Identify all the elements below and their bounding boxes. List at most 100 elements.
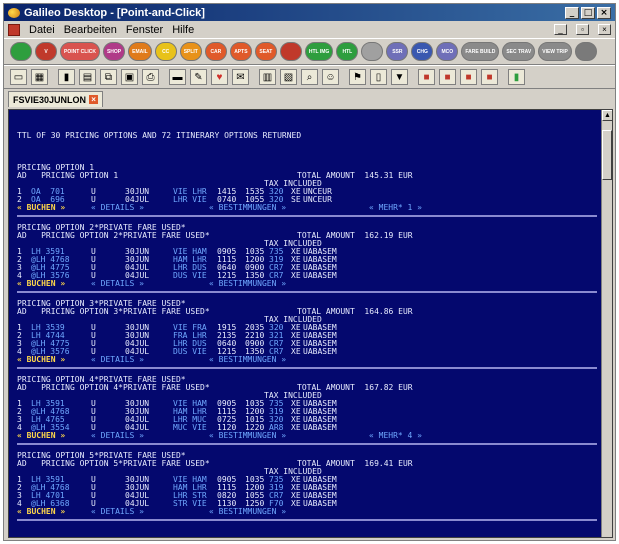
toolbar-button-view-trip[interactable]: VIEW TRIP <box>538 42 572 61</box>
toolbar-button-split[interactable]: SPLIT <box>179 42 202 61</box>
toolbar-button-htl[interactable]: HTL <box>336 42 359 61</box>
bestimmungen-link[interactable]: « BESTIMMUNGEN » <box>209 508 369 516</box>
minimize-button[interactable]: _ <box>565 6 579 19</box>
menu-hilfe[interactable]: Hilfe <box>172 24 194 36</box>
paste-icon[interactable]: ▣ <box>121 69 138 85</box>
grid-icon[interactable]: ▦ <box>31 69 48 85</box>
details-link[interactable]: « DETAILS » <box>91 508 209 516</box>
buchen-link[interactable]: « BUCHEN » <box>17 432 91 440</box>
red-c-icon[interactable]: ■ <box>460 69 477 85</box>
bestimmungen-link[interactable]: « BESTIMMUNGEN » <box>209 356 369 364</box>
toolbar-button-apts[interactable]: APTS <box>229 42 252 61</box>
option-actions: « BUCHEN » « DETAILS » « BESTIMMUNGEN » « M… <box>17 204 597 212</box>
toolbar-button-ssr[interactable]: SSR <box>386 42 409 61</box>
filter-icon[interactable]: ▼ <box>391 69 408 85</box>
toolbar-button-car[interactable]: CAR <box>204 42 227 61</box>
segment-cls: U <box>91 323 96 332</box>
mail-icon[interactable]: ✉ <box>232 69 249 85</box>
option-actions: « BUCHEN » « DETAILS » « BESTIMMUNGEN » <box>17 356 597 364</box>
menu-datei[interactable]: Datei <box>29 24 55 36</box>
galileo-window: Galileo Desktop - [Point-and-Click] _ □ … <box>3 3 616 541</box>
total-amount: TOTAL AMOUNT 164.86 EUR <box>297 307 413 316</box>
stop-icon[interactable] <box>279 42 302 61</box>
toolbar-button-chg[interactable]: CHG <box>411 42 434 61</box>
bestimmungen-link[interactable]: « BESTIMMUNGEN » <box>209 432 369 440</box>
menu-fenster[interactable]: Fenster <box>126 24 163 36</box>
globe-icon[interactable] <box>10 42 32 61</box>
pricing-option: PRICING OPTION 3*PRIVATE FARE USED* AD PR… <box>17 300 597 369</box>
option-actions: « BUCHEN » « DETAILS » « BESTIMMUNGEN » « M… <box>17 432 597 440</box>
buchen-link[interactable]: « BUCHEN » <box>17 508 91 516</box>
print-icon[interactable]: ⎙ <box>142 69 159 85</box>
toolbar-button-point-click[interactable]: POINT CLICK <box>60 42 100 61</box>
pricing-option: PRICING OPTION 5*PRIVATE FARE USED* AD PR… <box>17 452 597 521</box>
buchen-link[interactable]: « BUCHEN » <box>17 280 91 288</box>
bestimmungen-link[interactable]: « BESTIMMUNGEN » <box>209 280 369 288</box>
buchen-link[interactable]: « BUCHEN » <box>17 204 91 212</box>
toolbar-button-htl-img[interactable]: HTL IMG <box>304 42 334 61</box>
red-a-icon[interactable]: ■ <box>418 69 435 85</box>
tab-close-icon[interactable]: × <box>89 95 99 104</box>
heart-icon[interactable]: ♥ <box>211 69 228 85</box>
doc-icon[interactable]: ▯ <box>370 69 387 85</box>
toolbar-button-cc[interactable]: CC <box>154 42 177 61</box>
user-icon[interactable]: ☺ <box>322 69 339 85</box>
pricing-option-label: AD PRICING OPTION 4*PRIVATE FARE USED* <box>17 383 210 392</box>
mdi-minimize-button[interactable]: _ <box>554 24 567 35</box>
book-icon[interactable]: ▮ <box>58 69 75 85</box>
mdi-close-button[interactable]: × <box>598 24 611 35</box>
total-amount: TOTAL AMOUNT 145.31 EUR <box>297 171 413 180</box>
copy-icon[interactable]: ⧉ <box>100 69 117 85</box>
pricing-option-label: AD PRICING OPTION 2*PRIVATE FARE USED* <box>17 231 210 240</box>
details-link[interactable]: « DETAILS » <box>91 356 209 364</box>
details-link[interactable]: « DETAILS » <box>91 204 209 212</box>
pricing-option-subheader: AD PRICING OPTION 1 TOTAL AMOUNT 145.31 E… <box>17 172 597 180</box>
toolbar-button-fare-build[interactable]: FARE BUILD <box>461 42 500 61</box>
queue-icon[interactable]: ▬ <box>169 69 186 85</box>
document-icon[interactable] <box>8 23 20 36</box>
segment-basis: UABASEM <box>303 423 337 432</box>
green-icon[interactable]: ▮ <box>508 69 525 85</box>
segment-cls: U <box>91 399 96 408</box>
mdi-restore-button[interactable]: ▫ <box>576 24 589 35</box>
terminal-icon[interactable]: ▭ <box>10 69 27 85</box>
red-d-icon[interactable]: ■ <box>481 69 498 85</box>
maximize-button[interactable]: □ <box>581 6 595 19</box>
window-controls: _ □ × <box>565 6 611 19</box>
scroll-thumb[interactable] <box>602 130 612 180</box>
segment-cls: U <box>91 263 96 272</box>
option-actions: « BUCHEN » « DETAILS » « BESTIMMUNGEN » <box>17 280 597 288</box>
terminal-output[interactable]: TTL OF 30 PRICING OPTIONS AND 72 ITINERA… <box>9 110 603 537</box>
details-link[interactable]: « DETAILS » <box>91 432 209 440</box>
report-icon[interactable]: ▥ <box>259 69 276 85</box>
card-icon[interactable]: ▤ <box>79 69 96 85</box>
menu-bearbeiten[interactable]: Bearbeiten <box>64 24 117 36</box>
search-icon[interactable]: ⌕ <box>301 69 318 85</box>
mehr-link[interactable]: « MEHR* 4 » <box>369 432 422 440</box>
close-button[interactable]: × <box>597 6 611 19</box>
tab-fsvie30junlon[interactable]: FSVIE30JUNLON × <box>8 91 104 107</box>
bestimmungen-link[interactable]: « BESTIMMUNGEN » <box>209 204 369 212</box>
toolbar-button-seat[interactable]: SEAT <box>254 42 277 61</box>
flag-icon[interactable]: ⚑ <box>349 69 366 85</box>
mehr-link[interactable]: « MEHR* 1 » <box>369 204 422 212</box>
segment-cls: U <box>91 491 96 500</box>
toolbar-button-email[interactable]: EMAIL <box>128 42 152 61</box>
calc-icon[interactable]: ▧ <box>280 69 297 85</box>
pricing-option-subheader: AD PRICING OPTION 3*PRIVATE FARE USED* TO… <box>17 308 597 316</box>
wave-icon[interactable] <box>361 42 384 61</box>
details-link[interactable]: « DETAILS » <box>91 280 209 288</box>
vertical-scrollbar[interactable]: ▲ <box>601 110 612 537</box>
globe-icon[interactable] <box>574 42 597 61</box>
terminal-title-line: TTL OF 30 PRICING OPTIONS AND 72 ITINERA… <box>17 131 302 140</box>
scroll-up-icon[interactable]: ▲ <box>602 110 612 121</box>
toolbar-button-mco[interactable]: MCO <box>436 42 459 61</box>
title-bar[interactable]: Galileo Desktop - [Point-and-Click] _ □ … <box>4 4 615 21</box>
toolbar-button-shop[interactable]: SHOP <box>102 42 126 61</box>
red-b-icon[interactable]: ■ <box>439 69 456 85</box>
toolbar-button-sec-trav[interactable]: SEC TRAV <box>502 42 536 61</box>
quick-action-toolbar: V POINT CLICK SHOP EMAIL CC SPLIT CAR APTS SEAT H… <box>4 38 615 65</box>
v-icon[interactable]: V <box>35 42 57 61</box>
buchen-link[interactable]: « BUCHEN » <box>17 356 91 364</box>
pencil-icon[interactable]: ✎ <box>190 69 207 85</box>
